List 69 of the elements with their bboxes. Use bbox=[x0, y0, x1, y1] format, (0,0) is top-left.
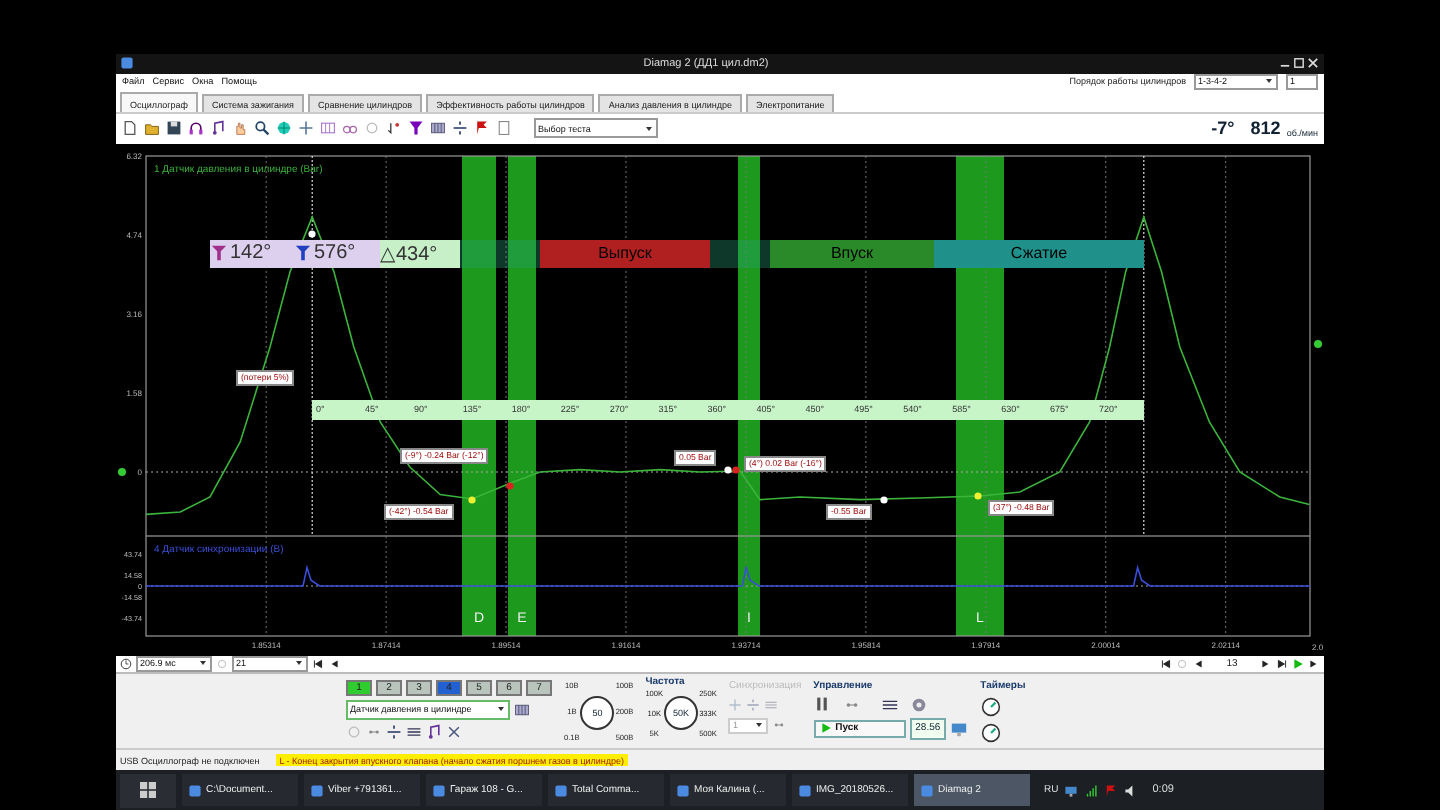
app-icon bbox=[798, 783, 812, 797]
probe-icon[interactable] bbox=[514, 701, 530, 718]
skip-back-icon[interactable] bbox=[312, 657, 324, 670]
cursor-point-icon bbox=[974, 491, 982, 500]
stroke-phase: Сжатие bbox=[934, 239, 1144, 268]
caret-icon bbox=[198, 658, 208, 669]
binoculars-icon[interactable] bbox=[342, 120, 358, 137]
caret-icon bbox=[754, 720, 765, 731]
note-icon[interactable] bbox=[426, 723, 442, 740]
cursor-point-icon bbox=[506, 481, 514, 490]
flag-icon[interactable] bbox=[1104, 783, 1119, 797]
caret-icon bbox=[644, 123, 654, 134]
last-icon[interactable] bbox=[1276, 657, 1288, 670]
split-icon[interactable] bbox=[386, 723, 402, 740]
app-icon bbox=[120, 56, 134, 71]
channel-marker-icon bbox=[1314, 339, 1322, 348]
sort-icon[interactable] bbox=[386, 120, 402, 137]
new-file-icon[interactable] bbox=[122, 120, 138, 137]
headphones-icon[interactable] bbox=[188, 120, 204, 137]
windows-logo-icon bbox=[138, 780, 158, 800]
scissors-icon[interactable] bbox=[446, 723, 462, 740]
angle-reading: -7° bbox=[1211, 118, 1235, 139]
gear-icon[interactable] bbox=[909, 695, 928, 714]
previous-icon[interactable] bbox=[1192, 657, 1204, 670]
angle-delta: △434° bbox=[380, 239, 460, 268]
cursor-point-icon bbox=[468, 495, 476, 504]
cursor-angle: 576° bbox=[314, 242, 356, 265]
caret-icon bbox=[1264, 76, 1274, 87]
page-icon[interactable] bbox=[496, 120, 512, 137]
app-icon bbox=[676, 783, 690, 797]
app-icon bbox=[554, 783, 568, 797]
app-icon bbox=[310, 783, 324, 797]
caret-icon bbox=[496, 704, 506, 715]
start-button[interactable] bbox=[120, 773, 176, 807]
export-icon[interactable] bbox=[950, 719, 969, 738]
table-icon[interactable] bbox=[430, 120, 446, 137]
maximize-icon[interactable] bbox=[1292, 56, 1306, 71]
app-icon bbox=[432, 783, 446, 797]
caret-icon bbox=[294, 658, 304, 669]
lines-icon[interactable] bbox=[406, 723, 422, 740]
previous-icon[interactable] bbox=[328, 657, 340, 670]
signal-icon[interactable] bbox=[1084, 783, 1099, 797]
move-icon[interactable] bbox=[298, 120, 314, 137]
rpm-reading: 812 bbox=[1250, 118, 1281, 139]
pause-icon[interactable] bbox=[813, 696, 830, 713]
grid-icon[interactable] bbox=[320, 120, 336, 137]
dot-icon[interactable] bbox=[346, 723, 362, 740]
cursor-point-icon bbox=[308, 229, 316, 238]
app-icon bbox=[188, 783, 202, 797]
note-icon[interactable] bbox=[210, 120, 226, 137]
zoom-icon[interactable] bbox=[254, 120, 270, 137]
clock-icon[interactable] bbox=[120, 657, 132, 670]
stroke-phase: Выпуск bbox=[540, 239, 710, 268]
open-folder-icon[interactable] bbox=[144, 120, 160, 137]
app-icon bbox=[920, 783, 934, 797]
first-icon[interactable] bbox=[1160, 657, 1172, 670]
save-icon[interactable] bbox=[166, 120, 182, 137]
close-icon[interactable] bbox=[1306, 56, 1320, 71]
cursor-angle: 142° bbox=[230, 242, 272, 265]
timer-icon[interactable] bbox=[980, 695, 1003, 718]
stroke-phase: Впуск bbox=[770, 239, 934, 268]
flag-icon[interactable] bbox=[474, 120, 490, 137]
timer-icon[interactable] bbox=[980, 721, 1003, 744]
network-icon[interactable] bbox=[1064, 783, 1079, 797]
cursor-point-icon bbox=[880, 495, 888, 504]
split-icon[interactable] bbox=[452, 120, 468, 137]
channel-marker-icon bbox=[118, 467, 126, 476]
next-icon[interactable] bbox=[1260, 657, 1272, 670]
filter-icon[interactable] bbox=[408, 120, 424, 137]
